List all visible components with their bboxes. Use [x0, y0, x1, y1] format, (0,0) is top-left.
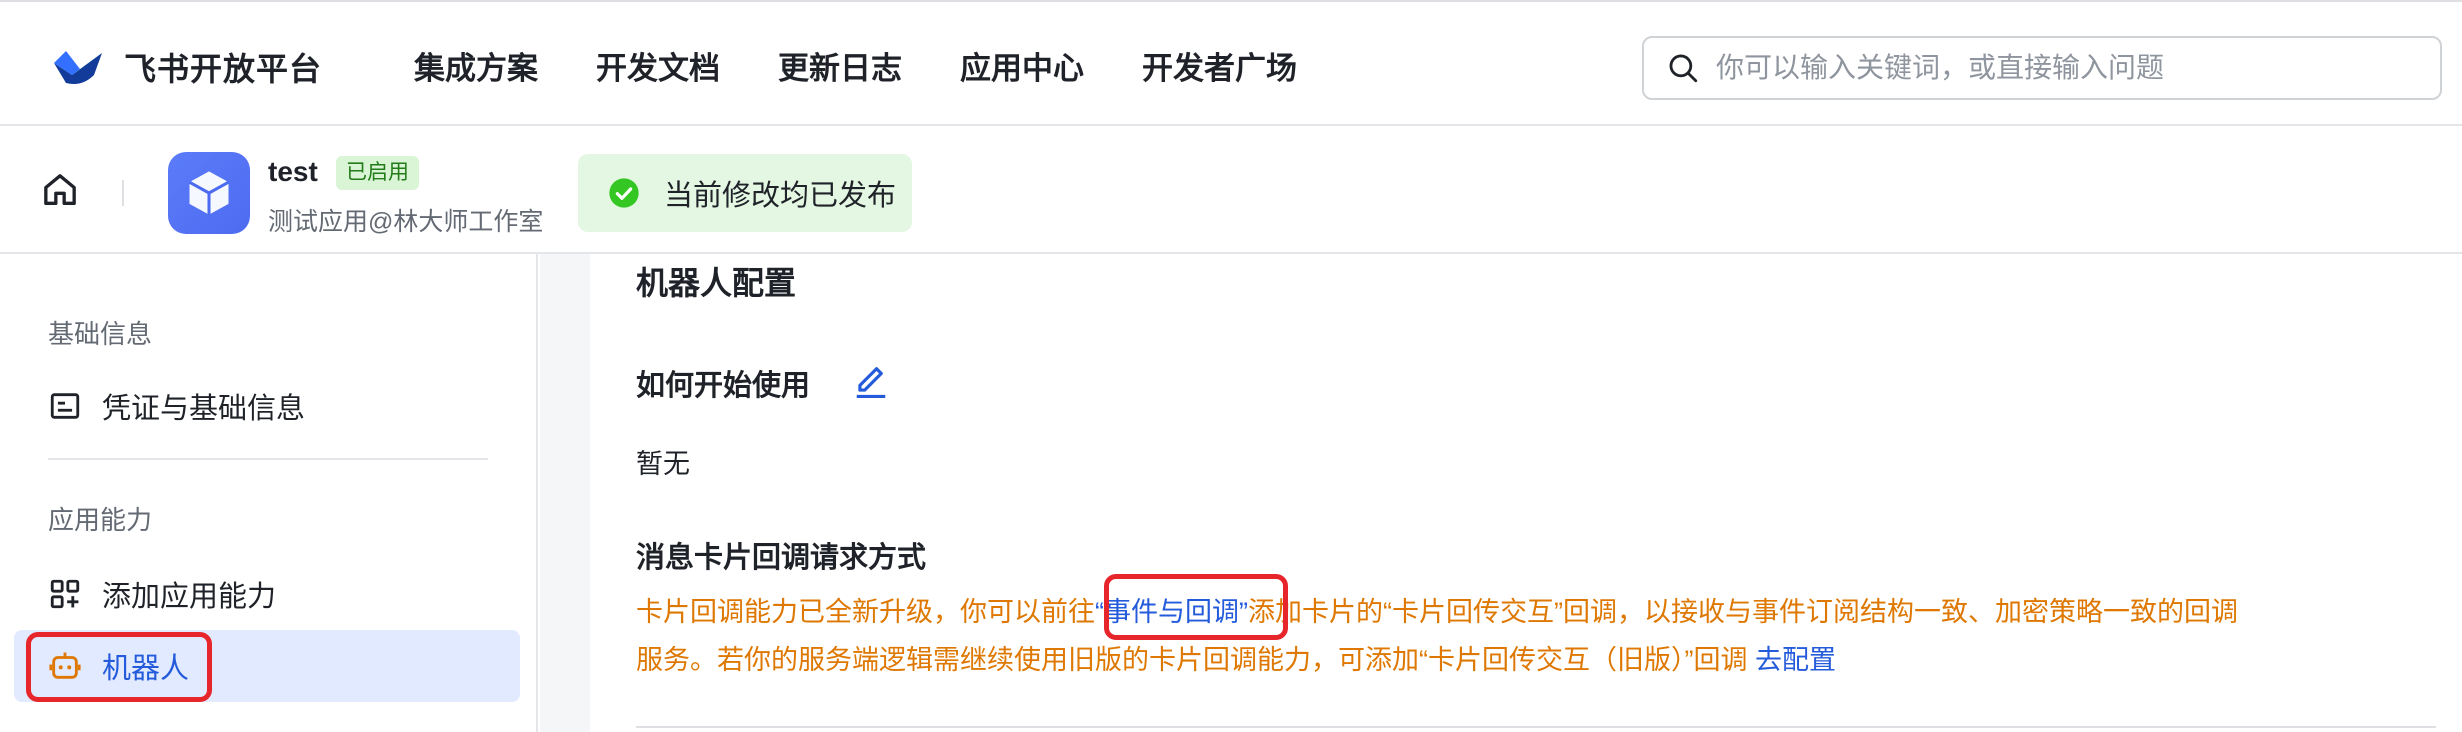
- sidebar-item-add-capability[interactable]: 添加应用能力: [14, 558, 520, 630]
- feishu-logo-icon: [54, 51, 102, 84]
- logo-text: 飞书开放平台: [124, 51, 323, 87]
- nav-developer-square[interactable]: 开发者广场: [1142, 44, 1297, 94]
- add-grid-icon: [50, 579, 80, 609]
- search-input[interactable]: [1716, 52, 2416, 84]
- edit-pencil-icon: [856, 367, 886, 398]
- sidebar-item-label: 添加应用能力: [102, 581, 277, 613]
- nav-docs[interactable]: 开发文档: [596, 44, 720, 94]
- sidebar-item-label: 凭证与基础信息: [102, 393, 306, 425]
- section-title-callback: 消息卡片回调请求方式: [636, 542, 927, 574]
- sidebar-group-app-capability: 应用能力: [48, 505, 153, 535]
- sidebar-group-basic-info: 基础信息: [48, 319, 153, 349]
- app-name: test: [268, 156, 318, 187]
- main-nav: 集成方案 开发文档 更新日志 应用中心 开发者广场: [414, 44, 1355, 94]
- section-title-how-to-use: 如何开始使用: [636, 370, 811, 402]
- app-subtitle: 测试应用@林大师工作室: [268, 208, 544, 236]
- page-title: 机器人配置: [636, 265, 797, 301]
- success-check-icon: [609, 178, 639, 208]
- highlight-box: [26, 632, 212, 702]
- home-icon: [44, 174, 76, 205]
- notice-text-1: 卡片回调能力已全新升级，你可以前往: [636, 597, 1095, 627]
- sidebar-divider: [48, 458, 488, 460]
- how-to-use-value: 暂无: [636, 449, 690, 479]
- go-configure-link[interactable]: 去配置: [1755, 645, 1836, 675]
- search-icon: [1669, 54, 1698, 83]
- publish-toast: 当前修改均已发布: [578, 154, 912, 232]
- divider: [636, 726, 2436, 728]
- app-header: test 已启用 测试应用@林大师工作室 当前修改均已发布: [0, 126, 2462, 254]
- divider: [122, 180, 124, 206]
- toast-text: 当前修改均已发布: [664, 180, 897, 212]
- logo[interactable]: 飞书开放平台: [50, 42, 322, 92]
- top-navigation: 飞书开放平台 集成方案 开发文档 更新日志 应用中心 开发者广场: [0, 0, 2462, 126]
- home-button[interactable]: [40, 170, 80, 210]
- app-avatar[interactable]: [168, 152, 250, 234]
- sidebar-item-credentials[interactable]: 凭证与基础信息: [14, 370, 520, 442]
- callback-upgrade-notice: 卡片回调能力已全新升级，你可以前往“事件与回调”添加卡片的“卡片回传交互”回调，…: [636, 588, 2256, 684]
- search-box[interactable]: [1642, 36, 2442, 100]
- highlight-box: [1104, 574, 1288, 640]
- credential-card-icon: [50, 393, 80, 419]
- cube-icon: [188, 171, 230, 215]
- nav-solutions[interactable]: 集成方案: [414, 44, 538, 94]
- edit-button[interactable]: [852, 358, 890, 400]
- nav-changelog[interactable]: 更新日志: [778, 44, 902, 94]
- nav-app-center[interactable]: 应用中心: [960, 44, 1084, 94]
- status-badge: 已启用: [336, 156, 419, 190]
